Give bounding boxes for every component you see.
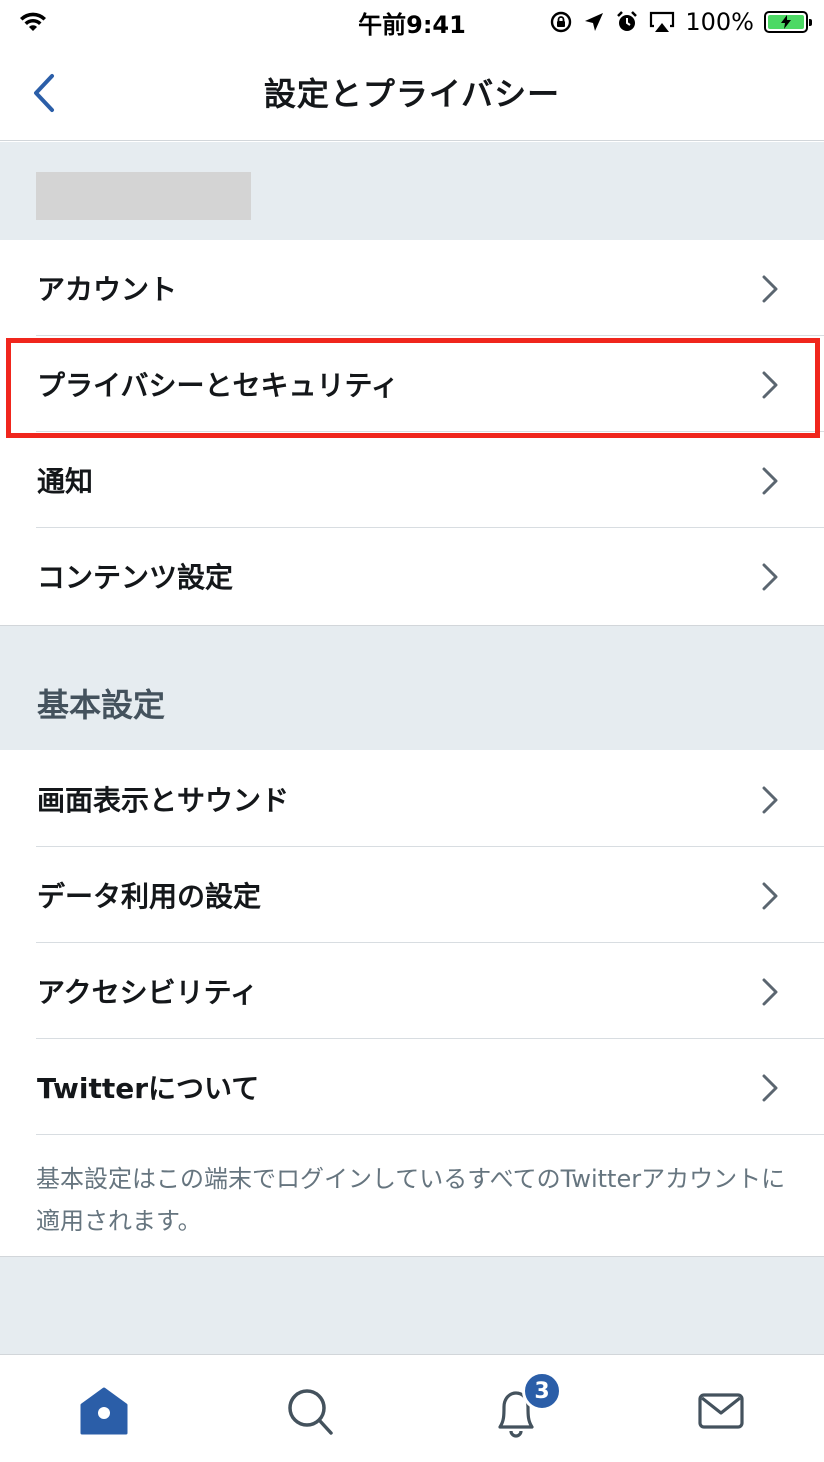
row-label: コンテンツ設定: [37, 561, 234, 594]
account-section-header: [0, 142, 824, 240]
chevron-right-icon: [762, 882, 778, 910]
settings-row-account[interactable]: アカウント: [0, 240, 824, 336]
chevron-right-icon: [762, 786, 778, 814]
search-icon: [288, 1389, 333, 1435]
settings-row-accessibility[interactable]: アクセシビリティ: [0, 943, 824, 1039]
chevron-left-icon: [34, 74, 54, 112]
row-label: アクセシビリティ: [37, 976, 258, 1009]
envelope-icon: [698, 1393, 744, 1429]
location-icon: [585, 13, 604, 31]
settings-row-data-usage[interactable]: データ利用の設定: [0, 847, 824, 943]
back-button[interactable]: [26, 70, 66, 116]
row-label: アカウント: [37, 273, 178, 306]
row-label: データ利用の設定: [37, 880, 262, 913]
alarm-icon: [617, 11, 638, 31]
chevron-right-icon: [762, 978, 778, 1006]
chevron-right-icon: [762, 467, 778, 495]
tab-home[interactable]: [74, 1383, 134, 1439]
tab-messages[interactable]: [690, 1383, 750, 1439]
home-icon: [80, 1387, 128, 1435]
chevron-right-icon: [762, 563, 778, 591]
status-bar: 午前9:41 100%: [0, 0, 824, 44]
settings-row-notifications[interactable]: 通知: [0, 432, 824, 528]
navigation-bar: 設定とプライバシー: [0, 44, 824, 141]
chevron-right-icon: [762, 275, 778, 303]
status-left: [18, 11, 138, 33]
settings-row-content[interactable]: コンテンツ設定: [0, 528, 824, 624]
tab-bar: [0, 1354, 824, 1462]
battery-charging-icon: [764, 11, 812, 33]
status-right: 100%: [549, 8, 812, 36]
bottom-spacer: [0, 1256, 824, 1354]
username-placeholder: [36, 172, 251, 220]
row-label: 通知: [37, 465, 94, 498]
wifi-icon: [20, 12, 46, 31]
battery-percentage: 100%: [685, 8, 754, 36]
tab-search[interactable]: [280, 1383, 340, 1439]
general-settings-footnote: 基本設定はこの端末でログインしているすべてのTwitterアカウントに適用されま…: [36, 1165, 786, 1235]
row-label: プライバシーとセキュリティ: [37, 369, 399, 402]
settings-row-about-twitter[interactable]: Twitterについて: [0, 1039, 824, 1135]
page-title: 設定とプライバシー: [263, 75, 561, 113]
section-title: 基本設定: [37, 686, 166, 724]
rotation-lock-icon: [551, 11, 572, 33]
airplay-icon: [650, 11, 675, 32]
settings-row-display-sound[interactable]: 画面表示とサウンド: [0, 751, 824, 847]
settings-screen: 午前9:41 100% 設定とプライバシー アカウント プライバシーとセキュリテ…: [0, 0, 824, 1462]
chevron-right-icon: [762, 371, 778, 399]
row-label: Twitterについて: [37, 1072, 260, 1105]
settings-row-privacy-security[interactable]: プライバシーとセキュリティ: [0, 336, 824, 432]
chevron-right-icon: [762, 1074, 778, 1102]
notification-badge: 3: [522, 1371, 562, 1411]
general-section-header: 基本設定: [0, 625, 824, 750]
row-label: 画面表示とサウンド: [37, 784, 290, 817]
